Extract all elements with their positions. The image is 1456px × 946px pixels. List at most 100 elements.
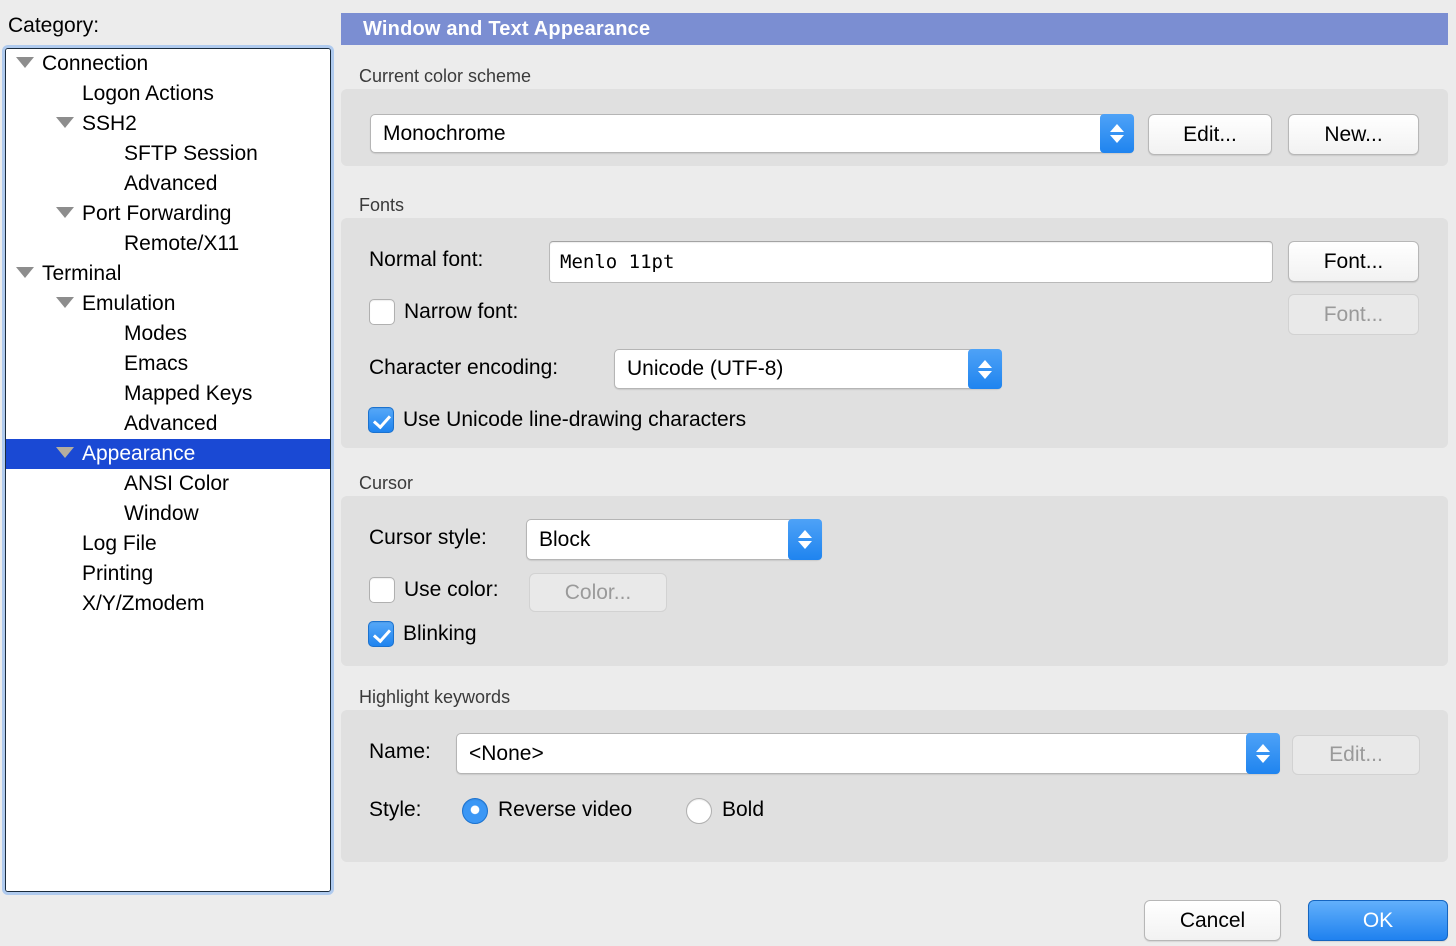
sidebar-item-advanced[interactable]: Advanced [6,169,330,199]
tree-indent-spacer [98,429,116,430]
cursor-style-value: Block [539,528,590,552]
bold-radio[interactable] [686,798,712,824]
sidebar-item-printing[interactable]: Printing [6,559,330,589]
unicode-line-drawing-label: Use Unicode line-drawing characters [403,408,746,432]
sidebar-item-emacs[interactable]: Emacs [6,349,330,379]
tree-indent-spacer [98,519,116,520]
unicode-line-drawing-checkbox[interactable] [368,407,394,433]
ok-button[interactable]: OK [1308,900,1448,941]
tree-indent-spacer [56,609,74,610]
tree-indent-spacer [98,159,116,160]
normal-font-button[interactable]: Font... [1288,241,1419,282]
sidebar-item-appearance[interactable]: Appearance [6,439,330,469]
sidebar-item-label: Terminal [42,262,121,285]
fonts-group-title: Fonts [359,195,404,216]
color-scheme-select[interactable]: Monochrome [370,114,1134,153]
color-scheme-value: Monochrome [383,122,506,146]
character-encoding-stepper[interactable] [968,349,1002,389]
chevron-down-icon [1256,755,1270,763]
sidebar-item-logon-actions[interactable]: Logon Actions [6,79,330,109]
use-cursor-color-checkbox[interactable] [369,577,395,603]
sidebar-item-emulation[interactable]: Emulation [6,289,330,319]
tree-indent-spacer [98,399,116,400]
sidebar-item-label: Mapped Keys [124,382,252,405]
chevron-up-icon [1110,124,1124,132]
cursor-style-stepper[interactable] [788,519,822,560]
chevron-up-icon [978,360,992,368]
tree-indent-spacer [98,339,116,340]
disclosure-triangle-icon[interactable] [56,447,74,458]
sidebar-item-remote-x11[interactable]: Remote/X11 [6,229,330,259]
sidebar-item-label: SFTP Session [124,142,258,165]
narrow-font-checkbox[interactable] [369,299,395,325]
highlight-name-value: <None> [469,742,544,766]
disclosure-triangle-icon[interactable] [56,297,74,308]
sidebar-item-ansi-color[interactable]: ANSI Color [6,469,330,499]
sidebar-item-label: Remote/X11 [124,232,239,255]
category-tree-list[interactable]: Connection Logon Actions SSH2 SFTP Session A… [6,49,330,891]
sidebar-item-label: SSH2 [82,112,137,135]
sidebar-item-ssh2[interactable]: SSH2 [6,109,330,139]
sidebar-item-sftp-session[interactable]: SFTP Session [6,139,330,169]
chevron-up-icon [1256,744,1270,752]
sidebar-item-log-file[interactable]: Log File [6,529,330,559]
highlight-name-label: Name: [369,740,431,764]
category-label: Category: [8,14,99,38]
character-encoding-value: Unicode (UTF-8) [627,357,783,381]
sidebar-item-label: ANSI Color [124,472,229,495]
sidebar-item-label: Advanced [124,412,217,435]
sidebar-item-label: X/Y/Zmodem [82,592,205,615]
edit-color-scheme-button[interactable]: Edit... [1148,114,1272,155]
cursor-color-button: Color... [529,573,667,612]
highlight-name-stepper[interactable] [1246,733,1280,774]
sidebar-item-connection[interactable]: Connection [6,49,330,79]
sidebar-item-mapped-keys[interactable]: Mapped Keys [6,379,330,409]
sidebar-item-label: Logon Actions [82,82,214,105]
chevron-down-icon [1110,135,1124,143]
sidebar-item-label: Port Forwarding [82,202,231,225]
sidebar-item-label: Appearance [82,442,195,465]
highlight-edit-button: Edit... [1292,735,1420,775]
sidebar-item-terminal[interactable]: Terminal [6,259,330,289]
sidebar-item-label: Connection [42,52,148,75]
tree-indent-spacer [98,369,116,370]
sidebar-item-label: Emulation [82,292,175,315]
normal-font-label: Normal font: [369,248,483,272]
disclosure-triangle-icon[interactable] [56,207,74,218]
character-encoding-label: Character encoding: [369,356,558,380]
sidebar-item-label: Modes [124,322,187,345]
reverse-video-label: Reverse video [498,798,632,822]
disclosure-triangle-icon[interactable] [16,57,34,68]
cursor-style-select[interactable]: Block [526,519,822,560]
sidebar-item-label: Log File [82,532,157,555]
sidebar-item-x-y-zmodem[interactable]: X/Y/Zmodem [6,589,330,619]
chevron-down-icon [798,541,812,549]
highlight-name-select[interactable]: <None> [456,733,1280,774]
disclosure-triangle-icon[interactable] [56,117,74,128]
color-scheme-stepper[interactable] [1100,114,1134,153]
tree-indent-spacer [56,579,74,580]
cancel-button[interactable]: Cancel [1144,900,1281,941]
chevron-up-icon [798,530,812,538]
sidebar-item-advanced[interactable]: Advanced [6,409,330,439]
sidebar-item-port-forwarding[interactable]: Port Forwarding [6,199,330,229]
reverse-video-radio[interactable] [462,798,488,824]
highlight-style-label: Style: [369,798,422,822]
normal-font-input[interactable]: Menlo 11pt [549,241,1273,283]
character-encoding-select[interactable]: Unicode (UTF-8) [614,349,1002,389]
disclosure-triangle-icon[interactable] [16,267,34,278]
cursor-style-label: Cursor style: [369,526,487,550]
sidebar-item-label: Printing [82,562,153,585]
tree-indent-spacer [56,549,74,550]
bold-label: Bold [722,798,764,822]
highlight-group-title: Highlight keywords [359,687,510,708]
sidebar-item-window[interactable]: Window [6,499,330,529]
tree-indent-spacer [98,489,116,490]
tree-indent-spacer [98,189,116,190]
category-tree[interactable]: Connection Logon Actions SSH2 SFTP Session A… [5,48,331,892]
new-color-scheme-button[interactable]: New... [1288,114,1419,155]
blinking-checkbox[interactable] [368,621,394,647]
blinking-label: Blinking [403,622,477,646]
sidebar-item-modes[interactable]: Modes [6,319,330,349]
tree-indent-spacer [56,99,74,100]
